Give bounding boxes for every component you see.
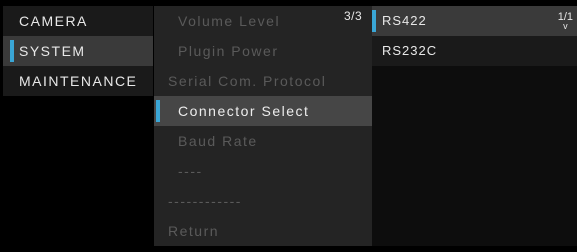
submenu-baud-rate-label: Baud Rate xyxy=(178,133,258,149)
submenu-volume-level[interactable]: Volume Level xyxy=(154,6,372,36)
submenu-serial-com-protocol-label: Serial Com. Protocol xyxy=(168,73,327,89)
category-system[interactable]: SYSTEM xyxy=(3,36,153,66)
options-page-indicator: 1/1 v xyxy=(558,12,573,31)
option-rs422-label: RS422 xyxy=(382,13,427,28)
submenu-connector-select[interactable]: Connector Select xyxy=(154,96,372,126)
category-maintenance-label: MAINTENANCE xyxy=(19,73,138,89)
category-maintenance[interactable]: MAINTENANCE xyxy=(3,66,153,96)
submenu-serial-com-protocol: Serial Com. Protocol xyxy=(154,66,372,96)
submenu-divider-label: ------------ xyxy=(168,193,242,209)
category-camera-label: CAMERA xyxy=(19,13,88,29)
connector-options: RS422 RS232C 1/1 v xyxy=(372,6,577,246)
submenu-plugin-power-label: Plugin Power xyxy=(178,43,279,59)
chevron-down-icon: v xyxy=(563,21,568,31)
submenu-connector-select-label: Connector Select xyxy=(178,103,310,119)
category-camera[interactable]: CAMERA xyxy=(3,6,153,36)
submenu-divider: ------------ xyxy=(154,186,372,216)
system-submenu: Volume Level Plugin Power Serial Com. Pr… xyxy=(154,6,372,246)
option-rs422[interactable]: RS422 xyxy=(372,6,577,36)
submenu-plugin-power[interactable]: Plugin Power xyxy=(154,36,372,66)
submenu-return[interactable]: Return xyxy=(154,216,372,246)
submenu-placeholder: ---- xyxy=(154,156,372,186)
option-rs232c-label: RS232C xyxy=(382,43,438,58)
camera-menu-screen: CAMERA SYSTEM MAINTENANCE Volume Level P… xyxy=(0,0,577,252)
category-system-label: SYSTEM xyxy=(19,43,86,59)
submenu-baud-rate[interactable]: Baud Rate xyxy=(154,126,372,156)
submenu-page-indicator: 3/3 xyxy=(344,9,363,23)
submenu-placeholder-label: ---- xyxy=(178,163,203,179)
submenu-volume-level-label: Volume Level xyxy=(178,13,281,29)
category-menu: CAMERA SYSTEM MAINTENANCE xyxy=(3,6,153,246)
option-rs232c[interactable]: RS232C xyxy=(372,36,577,66)
submenu-return-label: Return xyxy=(168,223,220,239)
